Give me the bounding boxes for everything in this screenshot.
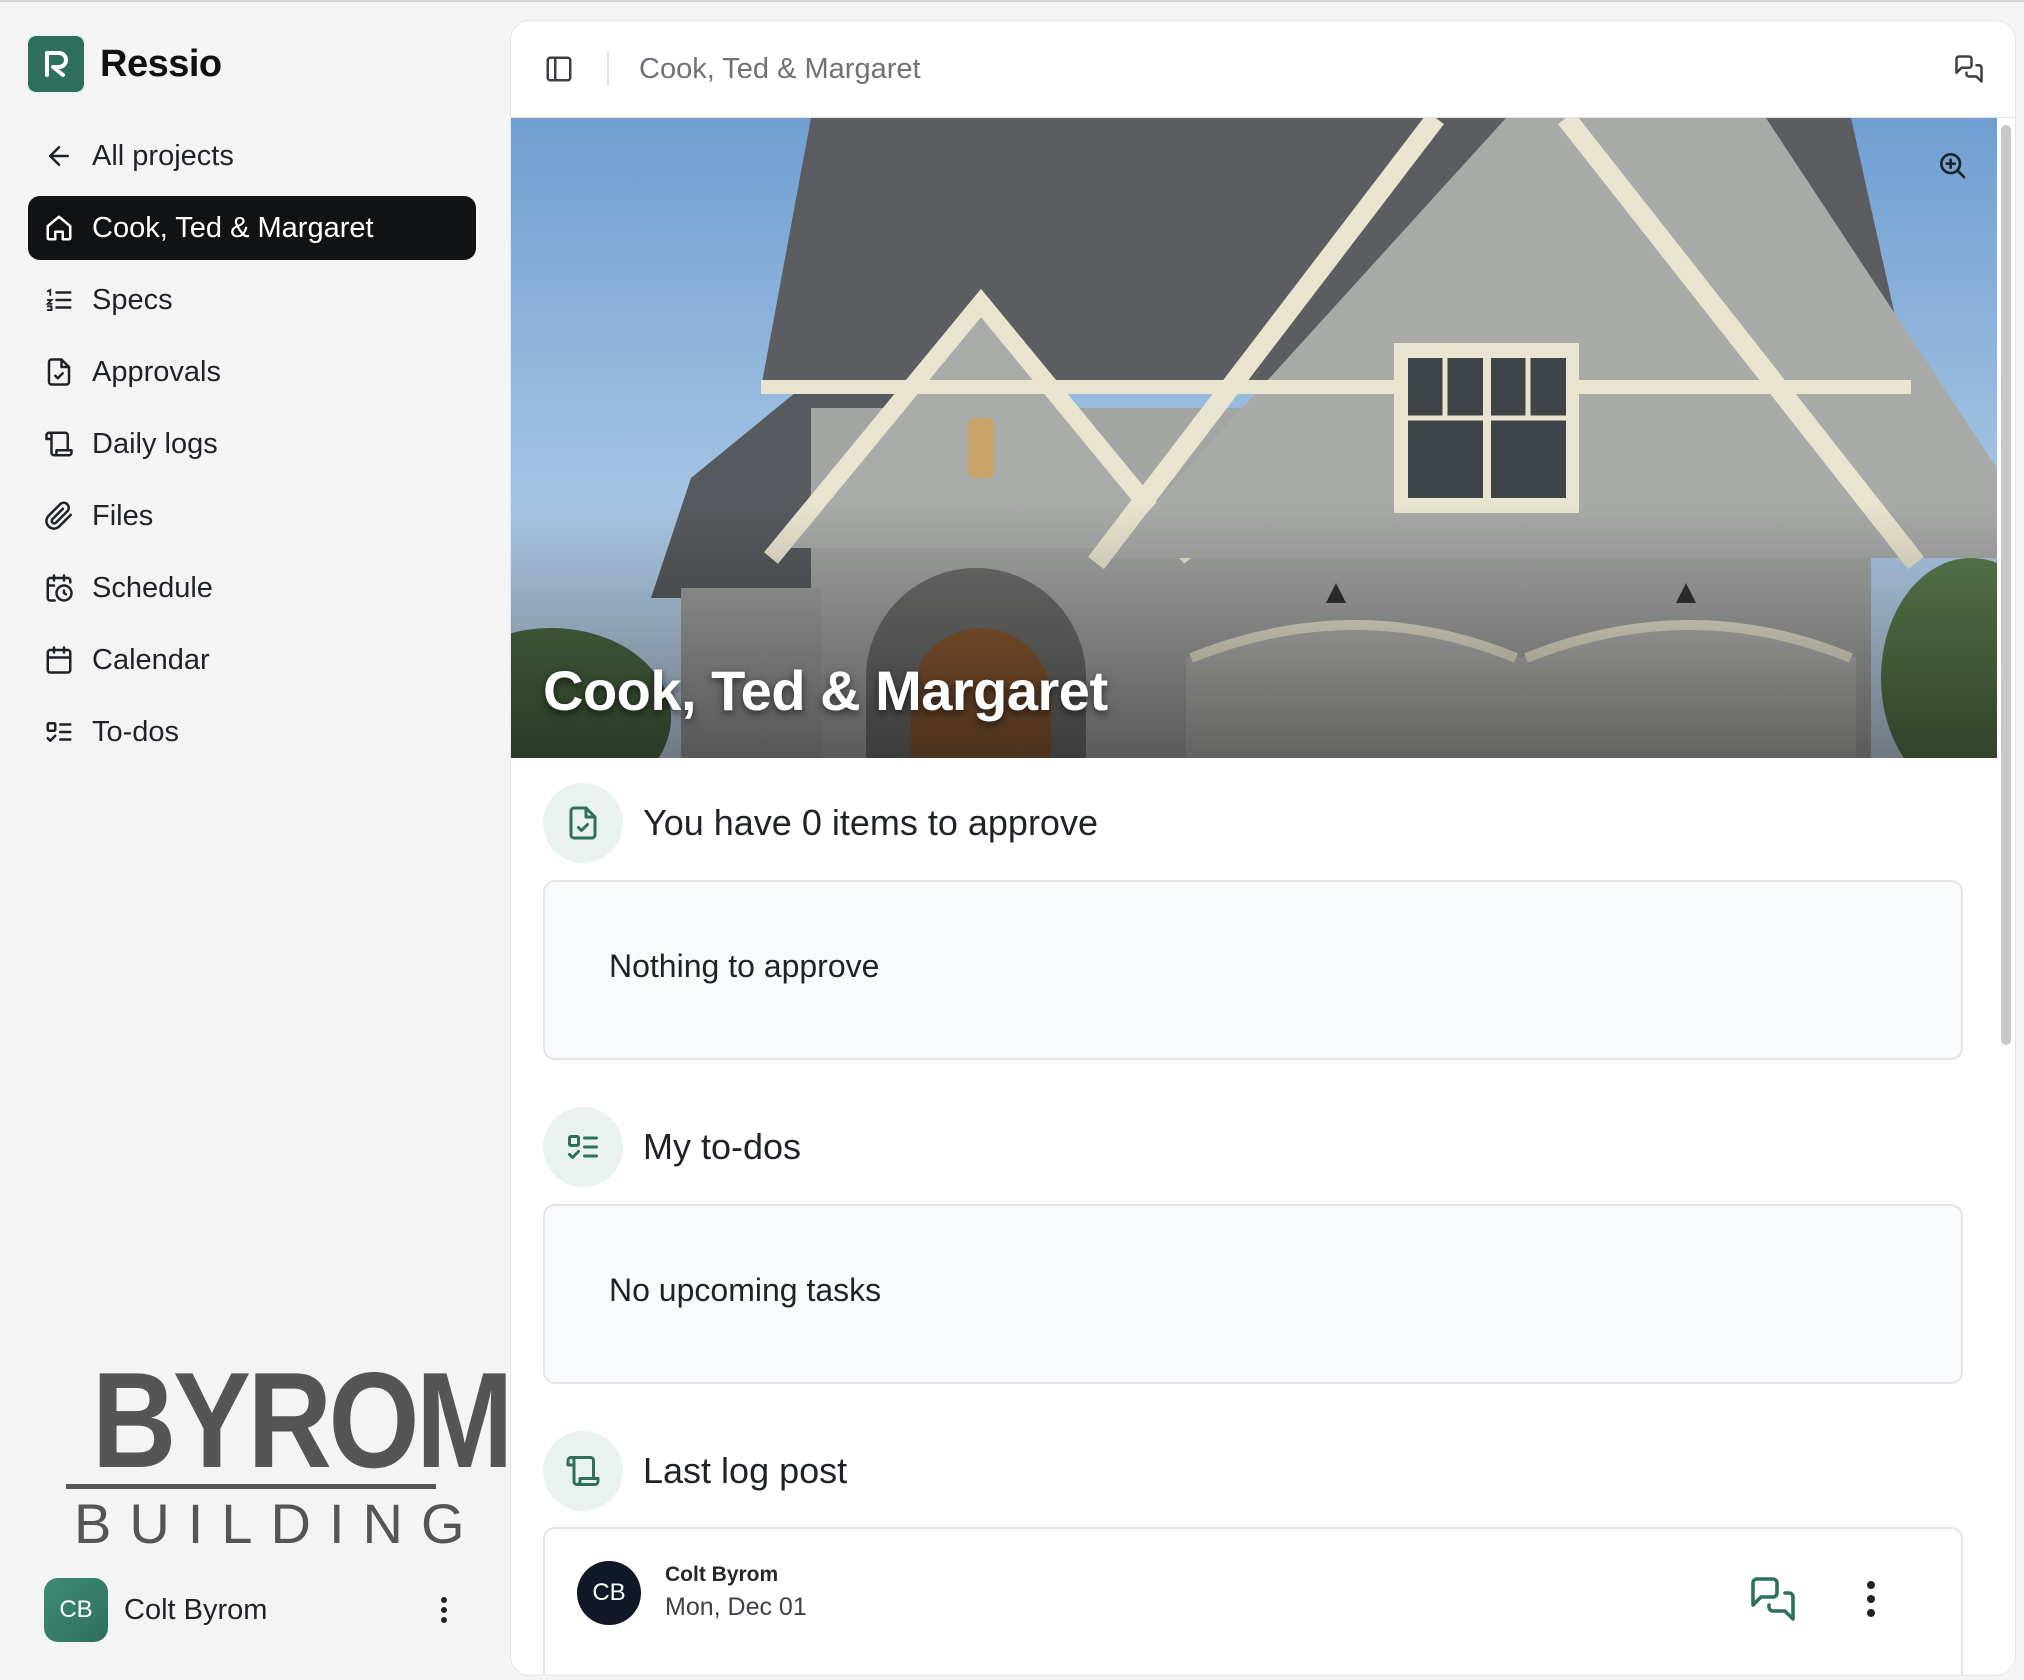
sidebar-item-label: Calendar [92,643,210,676]
sidebar-item-project-home[interactable]: Cook, Ted & Margaret [28,196,476,260]
arrow-left-icon [49,146,69,166]
project-title: Cook, Ted & Margaret [543,659,1108,722]
sidebar-item-calendar[interactable]: Calendar [28,628,476,692]
ressio-logo-icon [28,36,84,92]
brand[interactable]: Ressio [28,36,222,92]
avatar: CB [577,1561,641,1625]
sidebar-item-daily-logs[interactable]: Daily logs [28,412,476,476]
user-menu[interactable]: CB Colt Byrom [44,1578,464,1642]
sidebar-item-label: Schedule [92,571,213,604]
scroll-icon [543,1431,623,1511]
sidebar-item-label: To-dos [92,715,180,748]
todos-empty-text: No upcoming tasks [609,1272,882,1308]
todos-section-header: My to-dos [543,1107,801,1187]
comments-icon[interactable] [1749,1575,1797,1623]
approvals-empty-text: Nothing to approve [609,948,880,984]
sidebar-item-files[interactable]: Files [28,484,476,548]
sidebar-item-specs[interactable]: Specs [28,268,476,332]
home-icon [46,215,72,241]
list-ordered-icon [45,288,72,311]
sidebar-item-label: All projects [92,139,234,172]
file-check-icon [543,783,623,863]
sidebar-item-label: Approvals [92,355,221,388]
sidebar-item-approvals[interactable]: Approvals [28,340,476,404]
todos-title: My to-dos [643,1126,802,1167]
file-check-icon [47,358,71,386]
approvals-card: Nothing to approve [543,880,1963,1060]
sidebar-item-label: Specs [92,283,173,316]
divider [607,52,609,86]
last-log-title: Last log post [643,1450,848,1491]
approvals-section-header: You have 0 items to approve [543,783,1098,863]
brand-name: Ressio [100,42,222,85]
sidebar: Ressio All projects Cook, Ted & Margaret… [0,0,514,1680]
messages-icon[interactable] [1949,49,1989,89]
list-todo-icon [46,722,72,742]
more-vertical-icon[interactable] [424,1586,464,1634]
sidebar-toggle-icon[interactable] [539,49,579,89]
paperclip-icon [45,501,72,530]
scroll-icon [45,431,73,457]
calendar-clock-icon [46,574,73,602]
sidebar-item-label: Cook, Ted & Margaret [92,211,374,244]
sidebar-item-label: Daily logs [92,427,218,460]
company-logo-line2: BUILDING [74,1492,483,1555]
sidebar-item-label: Files [92,499,154,532]
sidebar-nav: All projects Cook, Ted & Margaret Specs … [28,124,476,772]
avatar: CB [44,1578,108,1642]
top-bar: Cook, Ted & Margaret [511,21,2015,118]
list-todo-icon [543,1107,623,1187]
more-vertical-icon[interactable] [1851,1575,1891,1623]
user-name: Colt Byrom [124,1593,268,1626]
todos-card: No upcoming tasks [543,1204,1963,1384]
company-logo: BYROM BUILDING [66,1344,514,1555]
calendar-icon [46,646,72,674]
log-post-card[interactable]: CB Colt Byrom Mon, Dec 01 [543,1527,1963,1675]
project-hero-image: Cook, Ted & Margaret [511,118,1997,758]
zoom-in-icon[interactable] [1929,142,1975,188]
log-author: Colt Byrom [665,1563,779,1586]
sidebar-item-all-projects[interactable]: All projects [28,124,476,188]
last-log-section-header: Last log post [543,1431,847,1511]
breadcrumb: Cook, Ted & Margaret [639,52,921,85]
log-date: Mon, Dec 01 [665,1593,807,1621]
sidebar-item-todos[interactable]: To-dos [28,700,476,764]
approvals-title: You have 0 items to approve [643,802,1098,843]
main-panel: Cook, Ted & Margaret Cook, Ted & Margare… [510,20,2016,1676]
sidebar-item-schedule[interactable]: Schedule [28,556,476,620]
company-logo-line1: BYROM [91,1344,514,1496]
scrollbar[interactable] [2001,125,2011,1045]
